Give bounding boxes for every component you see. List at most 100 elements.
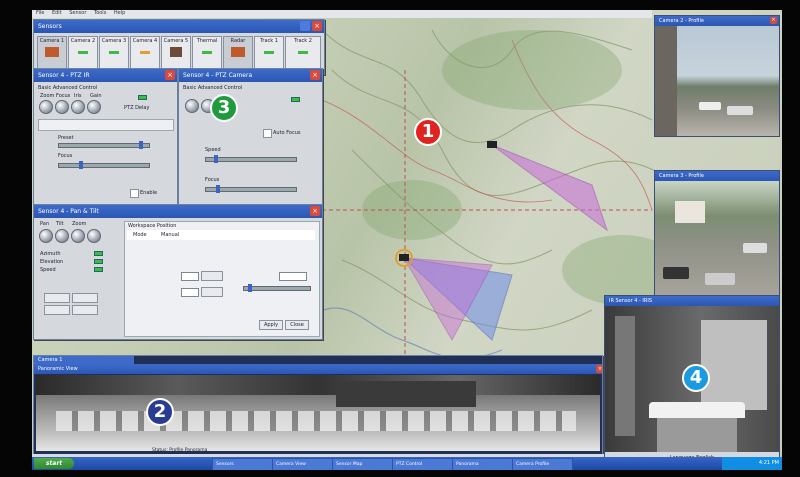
close-button[interactable]: ×: [310, 70, 320, 80]
led-3: [94, 267, 103, 272]
taskbar-item-6[interactable]: Camera Profile: [512, 458, 573, 470]
gain-knob[interactable]: [87, 100, 101, 114]
camera-control-titlebar[interactable]: Sensor 4 - PTZ IR ×: [34, 69, 177, 82]
zoom-label: Zoom: [72, 221, 87, 227]
menu-edit[interactable]: Edit: [52, 10, 62, 16]
zoom-knob[interactable]: [71, 229, 85, 243]
sensor-button-7[interactable]: Radar: [223, 36, 253, 70]
elevation-field[interactable]: [181, 288, 199, 297]
focus-knob[interactable]: [55, 100, 69, 114]
speed-field[interactable]: [279, 272, 307, 281]
speed-slider[interactable]: [205, 155, 297, 163]
extra-knob[interactable]: [87, 229, 101, 243]
panorama-side-title[interactable]: Camera 1: [34, 356, 134, 364]
azimuth-set-button[interactable]: [201, 271, 223, 281]
tab-strip: Mode Manual: [127, 230, 315, 240]
taskbar-item-1[interactable]: Sensors: [212, 458, 273, 470]
thermal-titlebar[interactable]: IR Sensor 4 - IRIS: [605, 296, 779, 306]
sensor-button-4[interactable]: Camera 4: [130, 36, 160, 70]
preset-slider[interactable]: [58, 141, 150, 149]
close-button[interactable]: ×: [165, 70, 175, 80]
close-dialog-button[interactable]: Close: [285, 320, 309, 330]
taskbar-item-4[interactable]: PTZ Control: [392, 458, 453, 470]
pan-label: Pan: [40, 221, 50, 227]
pan-tilt-titlebar[interactable]: Sensor 4 - Pan & Tilt ×: [34, 205, 322, 218]
enable-checkbox[interactable]: [130, 189, 139, 198]
status-led: [138, 95, 147, 100]
close-button[interactable]: ×: [770, 17, 777, 24]
ptz-control-window: Sensor 4 - PTZ Camera × Basic Advanced C…: [178, 68, 323, 205]
desktop-screen: 1 File Edit Sensor Tools Help Sensors × …: [32, 10, 782, 470]
minimize-button[interactable]: [300, 21, 310, 31]
focus-label: Focus: [205, 177, 220, 183]
menu-sensor[interactable]: Sensor: [69, 10, 86, 16]
elevation-set-button[interactable]: [201, 287, 223, 297]
iris-knob[interactable]: [71, 100, 85, 114]
auto-focus-checkbox[interactable]: [263, 129, 272, 138]
ptz-knob-1[interactable]: [185, 99, 199, 113]
taskbar-item-2[interactable]: Camera View: [272, 458, 333, 470]
sensor-button-8[interactable]: Track 1: [254, 36, 284, 70]
dir-button-3[interactable]: [44, 305, 70, 315]
tab-mode[interactable]: Mode: [133, 232, 147, 238]
close-button[interactable]: ×: [312, 21, 322, 31]
sensor-button-2[interactable]: Camera 2: [68, 36, 98, 70]
menu-help[interactable]: Help: [114, 10, 125, 16]
camera-window-top: Camera 2 - Profile ×: [654, 15, 780, 137]
status-led: [291, 97, 300, 102]
callout-badge-3: 3: [210, 94, 238, 122]
panorama-titlebar[interactable]: Panoramic View ×: [34, 364, 602, 374]
taskbar-item-3[interactable]: Sensor Map: [332, 458, 393, 470]
menu-tools[interactable]: Tools: [94, 10, 106, 16]
camera-control-window: Sensor 4 - PTZ IR × Basic Advanced Contr…: [33, 68, 178, 205]
taskbar-item-5[interactable]: Panorama: [452, 458, 513, 470]
close-button[interactable]: ×: [310, 206, 320, 216]
sensors-window: Sensors × Camera 1 Camera 2 Camera 3 Cam…: [33, 19, 325, 75]
sensor-button-9[interactable]: Track 2: [285, 36, 321, 70]
apply-button[interactable]: Apply: [259, 320, 283, 330]
sensors-titlebar[interactable]: Sensors ×: [34, 20, 324, 33]
sensor-button-row: Camera 1 Camera 2 Camera 3 Camera 4 Came…: [37, 36, 321, 70]
ptz-control-titlebar[interactable]: Sensor 4 - PTZ Camera ×: [179, 69, 322, 82]
azimuth-label: Azimuth: [40, 251, 61, 257]
thermal-title: IR Sensor 4 - IRIS: [609, 298, 653, 304]
group-label: Basic Advanced Control: [183, 85, 243, 91]
tilt-knob[interactable]: [55, 229, 69, 243]
dir-button-1[interactable]: [44, 293, 70, 303]
iris-label: Iris: [74, 93, 82, 99]
led-2: [94, 259, 103, 264]
camera-mid-feed[interactable]: [655, 181, 779, 296]
system-tray: 4:21 PM: [722, 457, 782, 470]
focus-slider[interactable]: [58, 161, 150, 169]
gain-label: Gain: [90, 93, 102, 99]
azimuth-field[interactable]: [181, 272, 199, 281]
pan-tilt-window: Sensor 4 - Pan & Tilt × Pan Tilt Zoom Az…: [33, 204, 323, 340]
panorama-title: Panoramic View: [38, 366, 78, 372]
panorama-feed[interactable]: [36, 375, 600, 451]
callout-badge-1: 1: [414, 118, 442, 146]
enable-label: Enable: [140, 190, 158, 196]
workspace-title: Workspace Position: [128, 223, 177, 229]
menu-file[interactable]: File: [36, 10, 44, 16]
focus-slider[interactable]: [205, 185, 297, 193]
pan-knob[interactable]: [39, 229, 53, 243]
group-label: Basic Advanced Control: [38, 85, 98, 91]
camera-mid-titlebar[interactable]: Camera 3 - Profile: [655, 171, 779, 181]
zoom-knob[interactable]: [39, 100, 53, 114]
dir-button-2[interactable]: [72, 293, 98, 303]
camera-top-title: Camera 2 - Profile: [659, 18, 704, 24]
dir-button-4[interactable]: [72, 305, 98, 315]
camera-top-feed[interactable]: [655, 26, 779, 136]
sensor-button-1[interactable]: Camera 1: [37, 36, 67, 70]
callout-badge-2: 2: [146, 398, 174, 426]
camera-top-titlebar[interactable]: Camera 2 - Profile ×: [655, 16, 779, 26]
sensor-button-5[interactable]: Camera 5: [161, 36, 191, 70]
sensor-button-6[interactable]: Thermal: [192, 36, 222, 70]
sensor-button-3[interactable]: Camera 3: [99, 36, 129, 70]
close-button[interactable]: ×: [596, 365, 602, 373]
start-button[interactable]: start: [34, 458, 74, 469]
speed-slider[interactable]: [243, 284, 311, 292]
callout-badge-4: 4: [682, 364, 710, 392]
panorama-window: Camera 1 Panoramic View ×: [33, 355, 603, 457]
tab-manual[interactable]: Manual: [161, 232, 179, 238]
